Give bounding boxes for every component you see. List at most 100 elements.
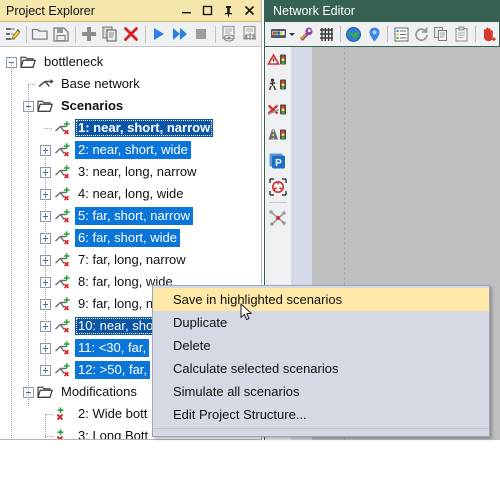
modification-icon — [54, 428, 71, 439]
tree-item-label: 5: far, short, narrow — [75, 207, 193, 225]
scenario-icon — [54, 186, 71, 202]
context-menu-item[interactable]: Calculate selected scenarios — [153, 357, 489, 380]
network-editor-titlebar[interactable]: Network Editor — [264, 0, 500, 22]
tree-item-label: 11: <30, far, — [75, 339, 150, 357]
run-all-icon[interactable] — [170, 23, 191, 45]
folder-icon — [37, 98, 54, 114]
tree-guide-line — [45, 150, 46, 372]
toolbar-separator — [474, 26, 476, 42]
modification-icon — [54, 406, 71, 422]
project-explorer-toolbar — [0, 22, 261, 47]
scenario-icon — [54, 318, 71, 334]
minimize-icon[interactable] — [176, 1, 196, 20]
project-explorer-titlebar[interactable]: Project Explorer — [0, 0, 261, 22]
folder-icon — [37, 384, 54, 400]
network-editor-toolbar — [265, 22, 499, 46]
tree-item[interactable]: bottleneck — [0, 51, 261, 73]
scenario-icon — [54, 208, 71, 224]
toolbar-separator — [145, 25, 146, 43]
context-menu-item[interactable]: Edit Project Structure... — [153, 403, 489, 426]
toolbar-separator — [339, 26, 341, 42]
scenario-icon — [54, 252, 71, 268]
tree-item[interactable]: Base network — [0, 73, 261, 95]
close-icon[interactable] — [239, 1, 259, 20]
context-menu-item[interactable]: Save in highlighted scenarios — [153, 288, 489, 311]
tree-item-label: 2: Wide bott — [78, 406, 148, 421]
tree-item[interactable]: 1: near, short, narrow — [0, 117, 261, 139]
globe-icon[interactable] — [344, 23, 364, 45]
toolbar-separator — [269, 202, 287, 203]
wrench-icon[interactable] — [296, 23, 316, 45]
network-editor-title: Network Editor — [273, 4, 355, 18]
scenario-icon — [54, 362, 71, 378]
tree-item-label: 6: far, short, wide — [75, 229, 180, 247]
maximize-icon[interactable] — [197, 1, 217, 20]
list-icon[interactable] — [391, 23, 411, 45]
tree-guide-line — [28, 84, 29, 406]
location-pin-icon[interactable] — [364, 23, 384, 45]
tree-item-label: Modifications — [61, 384, 137, 399]
tree-item-label: 3: near, long, narrow — [78, 164, 197, 179]
application-window: Project Explorer bottleneck Base network… — [0, 0, 500, 500]
scenario-icon — [54, 296, 71, 312]
network-objects-icon[interactable] — [268, 23, 288, 45]
toolbar-separator — [387, 26, 389, 42]
toolbar-separator — [75, 25, 76, 43]
tree-item-label: 7: far, long, narrow — [78, 252, 186, 267]
delete-x-icon[interactable] — [121, 23, 142, 45]
tree-item[interactable]: 6: far, short, wide — [0, 227, 261, 249]
grid-icon[interactable] — [317, 23, 337, 45]
copy-icon[interactable] — [432, 23, 452, 45]
scenario-icon — [54, 120, 71, 136]
tree-item[interactable]: 7: far, long, narrow — [0, 249, 261, 271]
refresh-icon[interactable] — [411, 23, 431, 45]
context-menu-item[interactable]: Delete — [153, 334, 489, 357]
context-menu[interactable]: Save in highlighted scenarios Duplicate De… — [152, 285, 490, 437]
tree-item-label: 12: >50, far, — [75, 361, 151, 379]
tree-guide — [40, 123, 52, 134]
scenario-icon — [54, 230, 71, 246]
pedestrian-signal-icon[interactable] — [266, 74, 290, 99]
tree-item[interactable]: 3: near, long, narrow — [0, 161, 261, 183]
signal-head-warning-icon[interactable] — [266, 49, 290, 74]
dropdown-arrow-icon[interactable] — [288, 23, 296, 45]
paste-icon[interactable] — [452, 23, 472, 45]
pan-hand-icon[interactable] — [479, 23, 499, 45]
tree-item-label: Base network — [61, 76, 140, 91]
scenario-icon — [54, 274, 71, 290]
window-buttons — [176, 1, 259, 20]
node-icon[interactable] — [266, 174, 290, 199]
network-icon — [37, 76, 54, 92]
run-icon[interactable] — [149, 23, 170, 45]
detector-signal-icon[interactable] — [266, 124, 290, 149]
tree-item[interactable]: 2: near, short, wide — [0, 139, 261, 161]
compare-icon[interactable] — [240, 23, 261, 45]
tree-item-label: 4: near, long, wide — [78, 186, 184, 201]
scenario-icon — [54, 164, 71, 180]
edit-project-structure-icon[interactable] — [2, 23, 23, 45]
vehicle-routes-icon[interactable] — [266, 206, 290, 231]
save-icon[interactable] — [51, 23, 72, 45]
context-menu-footer — [153, 428, 489, 436]
tree-item[interactable]: 4: near, long, wide — [0, 183, 261, 205]
context-menu-item[interactable]: Duplicate — [153, 311, 489, 334]
tree-item[interactable]: 5: far, short, narrow — [0, 205, 261, 227]
open-folder-icon[interactable] — [30, 23, 51, 45]
show-results-icon[interactable] — [219, 23, 240, 45]
tree-guide-line — [45, 414, 46, 439]
pin-icon[interactable] — [218, 1, 238, 20]
folder-icon — [20, 54, 37, 70]
tree-guide-line — [11, 62, 12, 439]
context-menu-item[interactable]: Simulate all scenarios — [153, 380, 489, 403]
stop-icon[interactable] — [191, 23, 212, 45]
tree-item[interactable]: Scenarios — [0, 95, 261, 117]
tree-item-label: 3: Long Bott — [78, 428, 149, 439]
parking-lot-icon[interactable]: P — [266, 149, 290, 174]
project-explorer-title: Project Explorer — [6, 3, 95, 18]
tree-item-label: Scenarios — [61, 98, 124, 113]
add-plus-icon[interactable] — [79, 23, 100, 45]
conflict-area-icon[interactable] — [266, 99, 290, 124]
toolbar-separator — [215, 25, 216, 43]
tree-item-label: 1: near, short, narrow — [75, 119, 214, 137]
duplicate-icon[interactable] — [100, 23, 121, 45]
